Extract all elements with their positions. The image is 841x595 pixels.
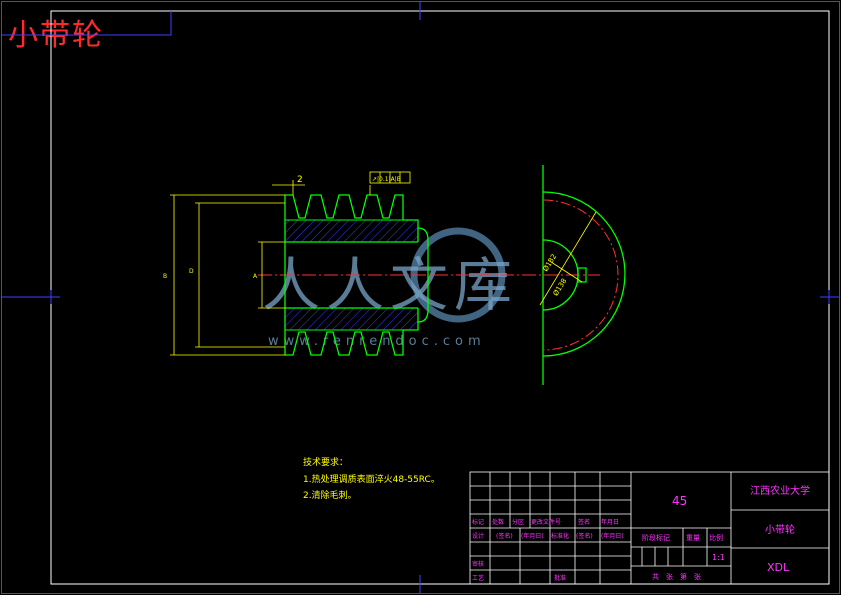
watermark: 人人文库 www.renrendoc.com (262, 227, 512, 349)
label-mark: 标记 (472, 518, 484, 526)
label-date-paren-2: (年月日) (601, 532, 624, 540)
label-zone: 分区 (512, 518, 524, 526)
label-sign: 签名 (578, 518, 590, 526)
tolerance-frame: ↗|0.1|A|B (372, 176, 401, 183)
label-date: 年月日 (601, 518, 619, 526)
label-sheets: 共 张 第 张 (652, 572, 701, 581)
dim-bore: A (253, 273, 258, 280)
cad-drawing: 人人文库 www.renrendoc.com 2 ↗|0.1|A|B B D A… (1, 1, 840, 594)
notes-line1: 1.热处理调质表面淬火48-55RC。 (303, 473, 440, 485)
dim-dia-138: Ø138 (552, 277, 569, 297)
material: 45 (672, 494, 687, 508)
label-date-paren: (年月日) (521, 532, 544, 540)
label-process: 工艺 (472, 574, 484, 582)
school-name: 江西农业大学 (750, 484, 810, 497)
dim-dia-132: Ø132 (542, 253, 559, 273)
watermark-url: www.renrendoc.com (268, 334, 486, 349)
label-count: 处数 (492, 518, 504, 526)
dim-left-outer: B (163, 273, 167, 280)
notes-line2: 2.清除毛刺。 (303, 489, 357, 501)
label-approve: 批准 (554, 574, 566, 582)
notes-heading: 技术要求： (303, 456, 348, 468)
label-sign-paren-2: (签名) (576, 532, 593, 540)
label-design: 设计 (472, 532, 484, 540)
title-block-text: 45 江西农业大学 小带轮 XDL 标记 处数 分区 更改文件号 签名 年月日 … (472, 484, 810, 582)
scale-value: 1:1 (712, 553, 725, 562)
drawing-code: XDL (767, 561, 790, 574)
label-review: 审核 (472, 560, 484, 568)
label-weight: 重量 (686, 534, 700, 542)
technical-notes: 技术要求： 1.热处理调质表面淬火48-55RC。 2.清除毛刺。 (303, 456, 440, 501)
label-stage-mark: 阶段标记 (642, 533, 670, 542)
label-scale: 比例 (709, 533, 723, 542)
dim-left-inner: D (189, 268, 194, 275)
dim-top-width: 2 (297, 175, 303, 185)
label-sign-paren: (签名) (496, 532, 513, 540)
label-doc-no: 更改文件号 (531, 518, 561, 526)
label-standard: 标准化 (551, 532, 569, 540)
part-name: 小带轮 (765, 523, 795, 536)
